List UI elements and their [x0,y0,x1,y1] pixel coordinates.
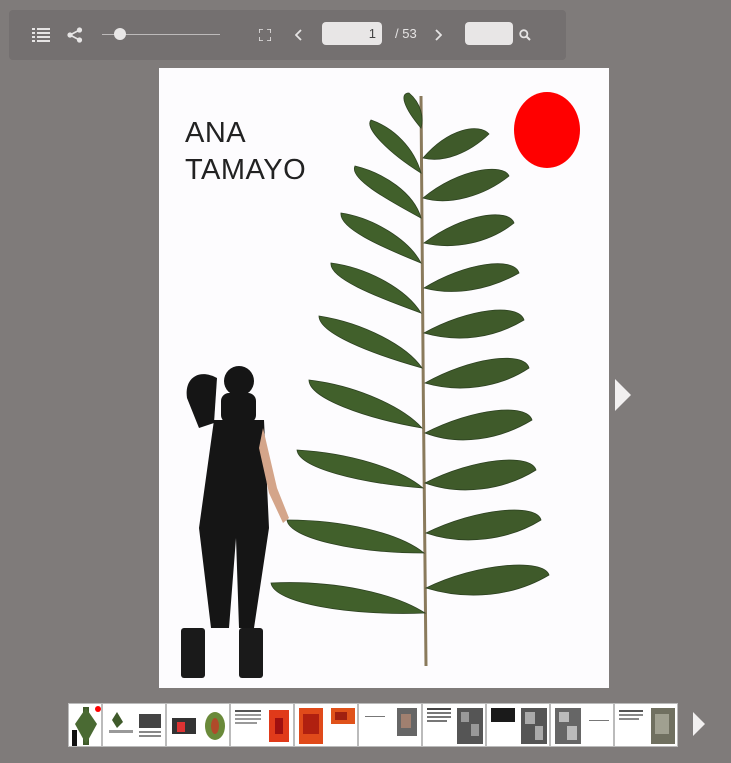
thumbnail-page-2[interactable] [102,703,166,747]
cover-artwork [181,92,580,678]
leaflets-left [270,92,427,614]
thumbnails-next-arrow[interactable] [692,711,706,742]
chevron-left-icon[interactable] [293,28,305,42]
thumbnail-page-9[interactable] [550,703,614,747]
thumbnail-page-10[interactable] [614,703,678,747]
zoom-slider-handle[interactable] [114,28,126,40]
fullscreen-icon[interactable] [258,28,272,42]
thumbnail-page-6[interactable] [358,703,422,747]
next-page-arrow[interactable] [614,378,632,417]
thumbnail-page-7[interactable] [422,703,486,747]
leaf-stem [419,95,428,667]
thumbnail-page-5[interactable] [294,703,358,747]
search-icon[interactable] [518,28,532,42]
person-figure [181,366,289,678]
red-sun-circle [514,92,580,168]
thumbnail-page-4[interactable] [230,703,294,747]
leaflets-right [422,128,550,596]
thumbnail-page-1[interactable] [68,703,102,747]
thumbnail-page-3[interactable] [166,703,230,747]
page-number-input[interactable] [322,22,382,45]
share-icon[interactable] [66,26,84,44]
page-total-label: / 53 [395,26,417,41]
thumbnail-page-8[interactable] [486,703,550,747]
document-page: ANA TAMAYO [159,68,609,688]
chevron-right-icon[interactable] [432,28,444,42]
search-input[interactable] [465,22,513,45]
list-icon[interactable] [31,26,51,44]
thumbnail-strip [68,703,678,747]
